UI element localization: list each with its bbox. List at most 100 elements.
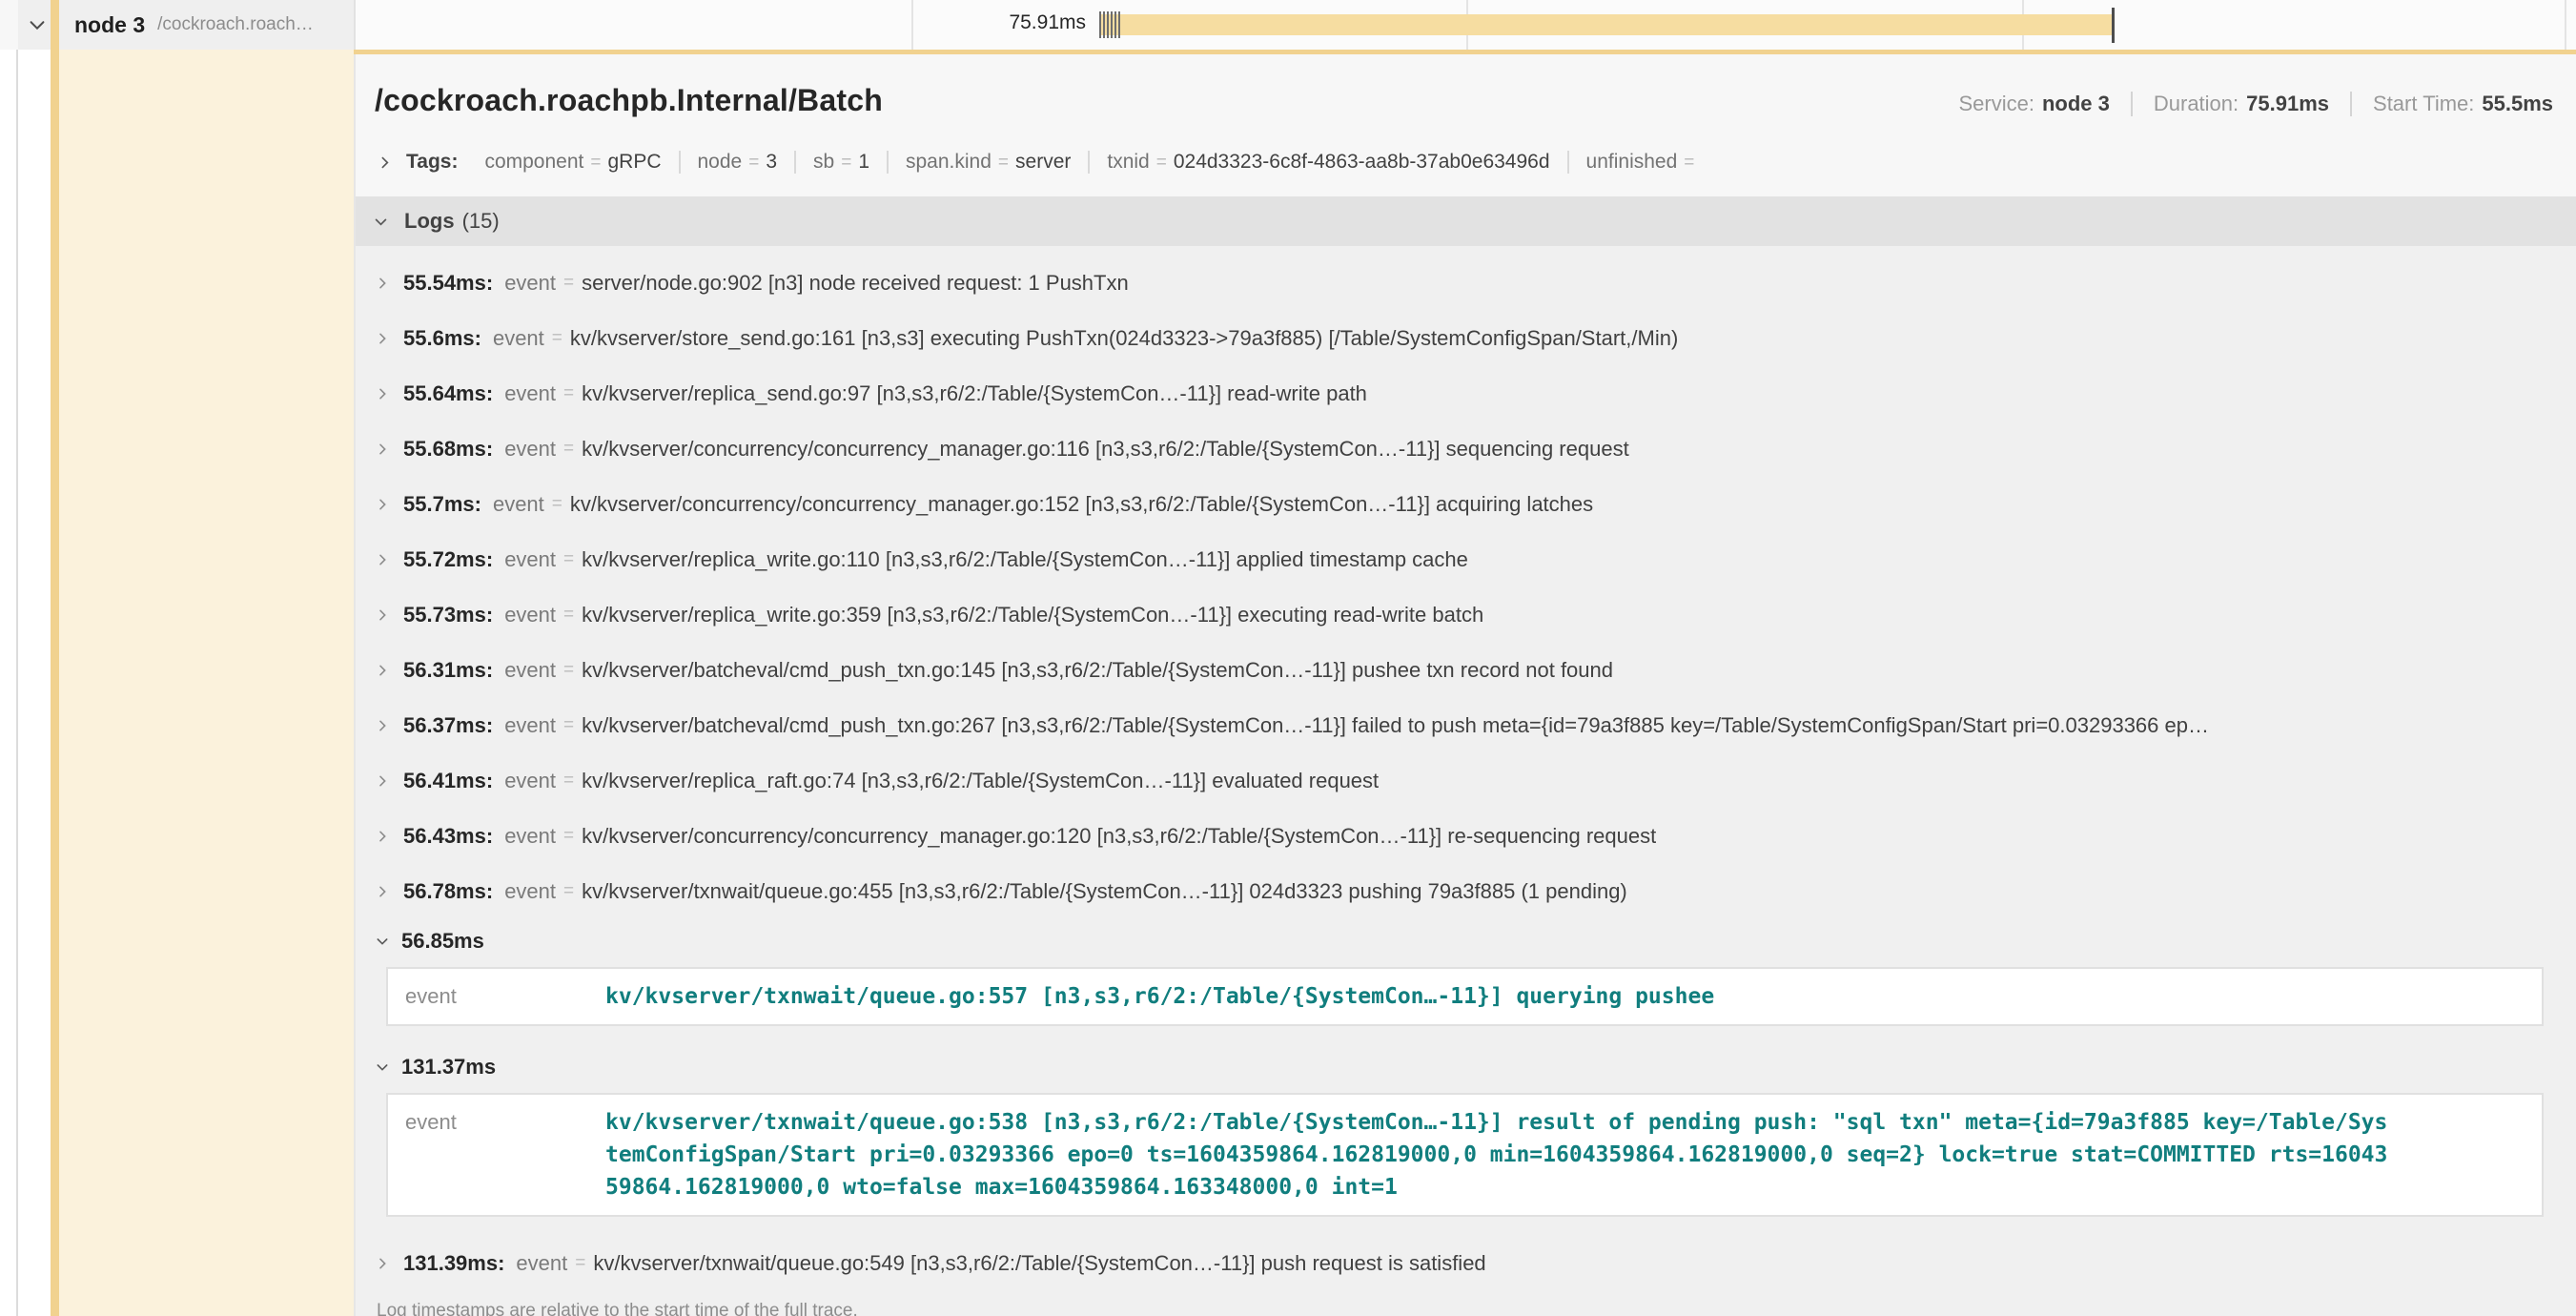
log-timestamp: 131.37ms xyxy=(401,1055,496,1080)
log-row[interactable]: 55.68ms: event = kv/kvserver/concurrency… xyxy=(373,422,2563,477)
log-field-value: kv/kvserver/replica_write.go:110 [n3,s3,… xyxy=(582,547,1468,572)
log-field-value: server/node.go:902 [n3] node received re… xyxy=(582,271,1129,296)
tag-value: 024d3323-6c8f-4863-aa8b-37ab0e63496d xyxy=(1174,151,1550,173)
tag-value: 3 xyxy=(766,151,777,173)
log-row[interactable]: 55.54ms: event = server/node.go:902 [n3]… xyxy=(373,256,2563,311)
start-time-value: 55.5ms xyxy=(2482,92,2553,116)
log-equals: = xyxy=(563,273,574,294)
log-equals: = xyxy=(563,383,574,404)
log-equals: = xyxy=(563,715,574,736)
tag-key: component xyxy=(484,151,583,173)
timeline-header: 75.91ms xyxy=(354,0,2576,50)
logs-footer-note: Log timestamps are relative to the start… xyxy=(356,1291,2576,1316)
log-tick-marks xyxy=(1099,11,1120,38)
span-meta: Service: node 3 Duration: 75.91ms Start … xyxy=(1958,92,2553,116)
log-field-key: event xyxy=(493,492,544,517)
expanded-log-header[interactable]: 56.85ms xyxy=(373,919,2563,963)
log-field-key: event xyxy=(504,603,556,627)
log-field-value: kv/kvserver/batcheval/cmd_push_txn.go:14… xyxy=(582,658,1613,683)
log-equals: = xyxy=(552,494,562,515)
log-row[interactable]: 56.43ms: event = kv/kvserver/concurrency… xyxy=(373,809,2563,864)
expanded-log-entry: 56.85ms event kv/kvserver/txnwait/queue.… xyxy=(373,919,2563,1026)
log-timestamp: 55.68ms: xyxy=(403,437,493,462)
duration-value: 75.91ms xyxy=(2246,92,2329,116)
tags-label: Tags: xyxy=(406,151,458,174)
log-field-value: kv/kvserver/replica_send.go:97 [n3,s3,r6… xyxy=(582,381,1367,406)
log-timestamp: 56.43ms: xyxy=(403,824,493,849)
tag-equals: = xyxy=(590,153,601,173)
span-name-cell[interactable]: node 3 /cockroach.roach… xyxy=(18,0,354,50)
expanded-log-entry: 131.37ms event kv/kvserver/txnwait/queue… xyxy=(373,1045,2563,1217)
log-row[interactable]: 131.39ms: event = kv/kvserver/txnwait/qu… xyxy=(373,1236,2563,1291)
tag-item: node=3 xyxy=(679,151,795,174)
tags-accordion[interactable]: Tags: component=gRPC node=3 sb=1 span.ki… xyxy=(356,118,2576,174)
log-field-key: event xyxy=(504,879,556,904)
tag-value: 1 xyxy=(858,151,869,173)
log-tick xyxy=(1118,11,1120,38)
log-timestamp: 131.39ms: xyxy=(403,1251,504,1276)
log-timestamp: 55.72ms: xyxy=(403,547,493,572)
span-operation-name: /cockroach.roach… xyxy=(157,14,314,35)
log-detail-box: event kv/kvserver/txnwait/queue.go:557 [… xyxy=(386,967,2544,1026)
span-end-tick xyxy=(2112,8,2115,43)
log-field-value: kv/kvserver/txnwait/queue.go:455 [n3,s3,… xyxy=(582,879,1627,904)
span-duration-bar[interactable] xyxy=(1101,14,2113,35)
log-value-line: kv/kvserver/txnwait/queue.go:557 [n3,s3,… xyxy=(605,980,1714,1013)
chevron-down-icon xyxy=(375,934,390,949)
log-field-key: event xyxy=(504,713,556,738)
log-tick xyxy=(1107,11,1109,38)
logs-accordion-header[interactable]: Logs (15) xyxy=(356,196,2576,246)
log-field-key: event xyxy=(504,769,556,793)
tag-equals: = xyxy=(748,153,759,173)
log-value-line: kv/kvserver/txnwait/queue.go:538 [n3,s3,… xyxy=(605,1106,2387,1139)
expanded-log-header[interactable]: 131.37ms xyxy=(373,1045,2563,1089)
detail-panel-top-border xyxy=(354,50,2576,54)
log-row[interactable]: 55.6ms: event = kv/kvserver/store_send.g… xyxy=(373,311,2563,366)
log-row[interactable]: 55.7ms: event = kv/kvserver/concurrency/… xyxy=(373,477,2563,532)
log-row[interactable]: 56.41ms: event = kv/kvserver/replica_raf… xyxy=(373,753,2563,809)
tag-equals: = xyxy=(1156,153,1167,173)
log-tick xyxy=(1099,11,1101,38)
meta-divider xyxy=(2131,92,2133,116)
log-row[interactable]: 56.78ms: event = kv/kvserver/txnwait/que… xyxy=(373,864,2563,919)
logs-count: (15) xyxy=(462,209,500,234)
log-value-line: 59864.162819000,0 wto=false max=16043598… xyxy=(605,1171,2387,1203)
log-row[interactable]: 56.37ms: event = kv/kvserver/batcheval/c… xyxy=(373,698,2563,753)
log-row[interactable]: 55.64ms: event = kv/kvserver/replica_sen… xyxy=(373,366,2563,422)
log-equals: = xyxy=(563,660,574,681)
log-field-value: kv/kvserver/concurrency/concurrency_mana… xyxy=(582,824,1656,849)
chevron-right-icon xyxy=(375,331,390,346)
tag-item: component = gRPC xyxy=(467,151,678,174)
chevron-down-icon xyxy=(375,1059,390,1075)
tag-key: txnid xyxy=(1107,151,1149,173)
tag-item: sb=1 xyxy=(794,151,887,174)
log-timestamp: 55.73ms: xyxy=(403,603,493,627)
chevron-right-icon xyxy=(375,497,390,512)
log-row[interactable]: 56.31ms: event = kv/kvserver/batcheval/c… xyxy=(373,643,2563,698)
span-color-bar xyxy=(51,0,59,1316)
service-value: node 3 xyxy=(2042,92,2110,116)
timeline-gridline xyxy=(2565,0,2566,50)
chevron-right-icon xyxy=(375,1256,390,1271)
left-gutter-divider xyxy=(16,0,18,1316)
log-equals: = xyxy=(563,605,574,626)
collapse-span-chevron-icon[interactable] xyxy=(27,14,48,35)
log-detail-box: event kv/kvserver/txnwait/queue.go:538 [… xyxy=(386,1093,2544,1217)
log-tick xyxy=(1103,11,1105,38)
tag-value: server xyxy=(1015,151,1071,173)
log-tick xyxy=(1111,11,1113,38)
log-row[interactable]: 55.72ms: event = kv/kvserver/replica_wri… xyxy=(373,532,2563,587)
logs-title: Logs xyxy=(404,209,455,234)
tag-value: gRPC xyxy=(607,151,661,173)
log-value-line: temConfigSpan/Start pri=0.03293366 epo=0… xyxy=(605,1139,2387,1171)
meta-divider xyxy=(2350,92,2352,116)
log-row[interactable]: 55.73ms: event = kv/kvserver/replica_wri… xyxy=(373,587,2563,643)
chevron-right-icon xyxy=(375,442,390,457)
chevron-right-icon xyxy=(375,829,390,844)
log-field-key: event xyxy=(493,326,544,351)
log-equals: = xyxy=(552,328,562,349)
detail-header: /cockroach.roachpb.Internal/Batch Servic… xyxy=(356,54,2576,118)
log-timestamp: 56.37ms: xyxy=(403,713,493,738)
service-label: Service: xyxy=(1958,92,2034,116)
log-equals: = xyxy=(563,771,574,792)
